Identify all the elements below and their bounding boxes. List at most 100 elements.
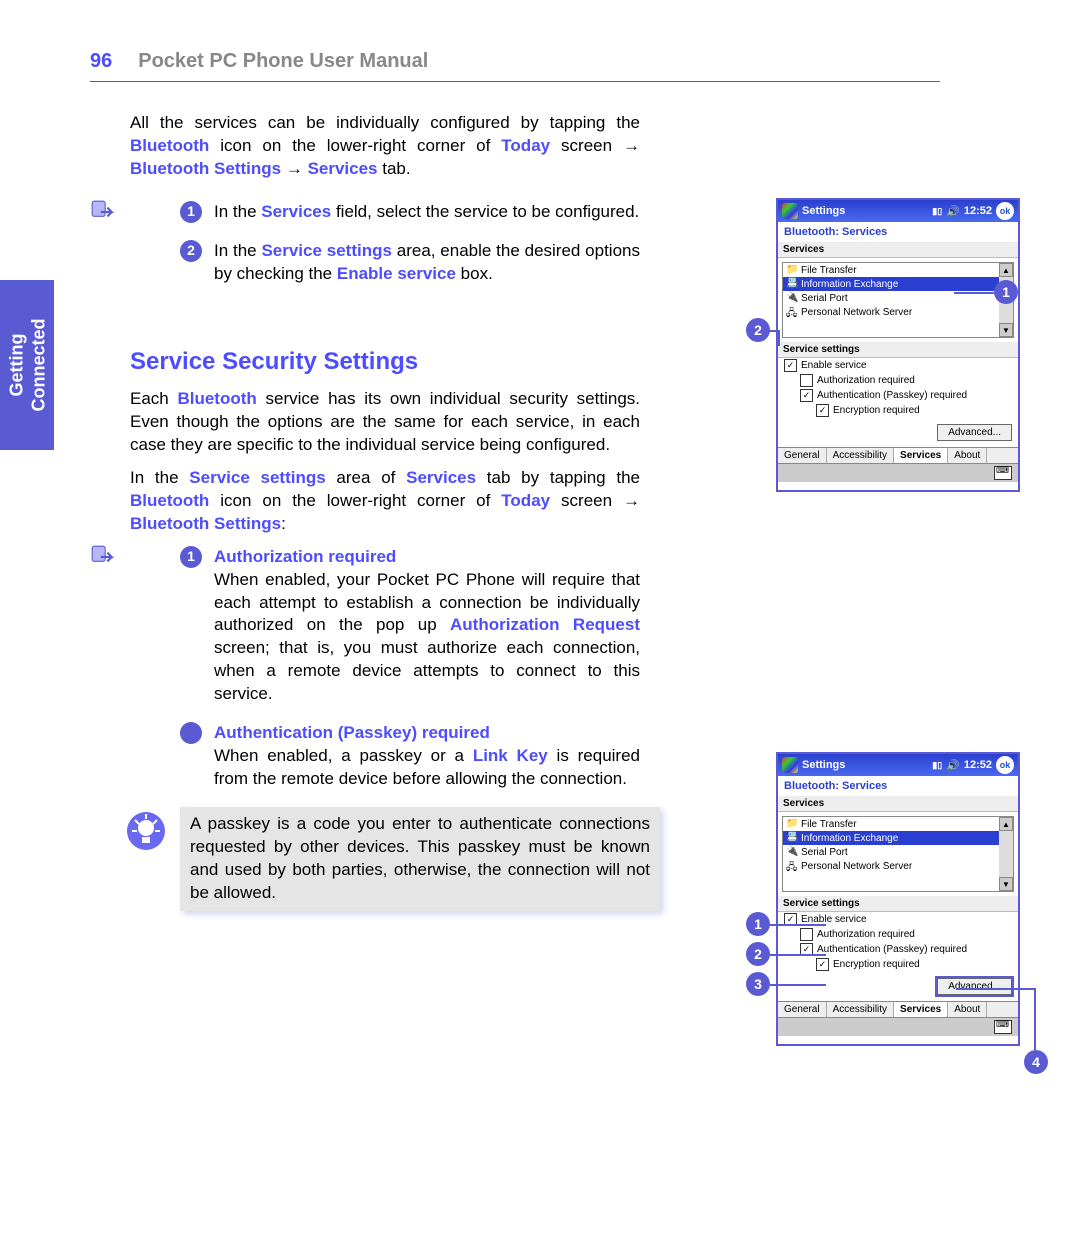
list-item[interactable]: 📁File Transfer bbox=[783, 817, 999, 831]
callout-2: 2 bbox=[746, 318, 770, 342]
callout-3: 3 bbox=[746, 972, 770, 996]
callout-4: 4 bbox=[1024, 1050, 1048, 1074]
callout-line bbox=[770, 924, 826, 926]
clock: 12:52 bbox=[964, 759, 992, 771]
callout-line bbox=[778, 330, 780, 346]
tab-accessibility[interactable]: Accessibility bbox=[827, 1002, 894, 1017]
keyboard-icon[interactable] bbox=[994, 466, 1012, 480]
scrollbar[interactable]: ▲ ▼ bbox=[999, 817, 1013, 891]
keyboard-icon[interactable] bbox=[994, 1020, 1012, 1034]
list-item[interactable]: 🖧Personal Network Server bbox=[783, 305, 999, 319]
manual-title: Pocket PC Phone User Manual bbox=[138, 50, 428, 73]
checkbox-icon[interactable] bbox=[800, 389, 813, 402]
check-encryption[interactable]: Encryption required bbox=[778, 957, 1018, 972]
tab-row: General Accessibility Services About bbox=[778, 447, 1018, 463]
tab-general[interactable]: General bbox=[778, 448, 827, 463]
chapter-tab: GettingConnected bbox=[0, 280, 54, 450]
screenshot-services-1: Settings 🔊 12:52 ok Bluetooth: Services … bbox=[776, 198, 1020, 492]
item-authentication: Authentication (Passkey) required When e… bbox=[180, 722, 640, 791]
callout-line bbox=[1034, 988, 1036, 1050]
list-item[interactable]: 🔌Serial Port bbox=[783, 845, 999, 859]
window-title: Settings bbox=[802, 205, 845, 217]
start-icon[interactable] bbox=[782, 203, 798, 219]
checkbox-icon[interactable] bbox=[800, 374, 813, 387]
panel-subtitle: Bluetooth: Services bbox=[778, 222, 1018, 242]
screenshot-services-2: Settings 🔊 12:52 ok Bluetooth: Services … bbox=[776, 752, 1020, 1046]
services-label: Services bbox=[778, 796, 1018, 812]
service-settings-label: Service settings bbox=[778, 896, 1018, 912]
signal-icon bbox=[932, 759, 942, 771]
speaker-icon: 🔊 bbox=[946, 759, 960, 772]
tab-general[interactable]: General bbox=[778, 1002, 827, 1017]
callout-line bbox=[770, 984, 826, 986]
services-listbox[interactable]: 📁File Transfer 📇Information Exchange 🔌Se… bbox=[782, 262, 1014, 338]
tab-about[interactable]: About bbox=[948, 1002, 987, 1017]
checkbox-icon[interactable] bbox=[800, 928, 813, 941]
bullet-2: 2 bbox=[180, 240, 202, 262]
scroll-down-button[interactable]: ▼ bbox=[999, 323, 1013, 337]
item-authorization: 1 Authorization required When enabled, y… bbox=[180, 546, 640, 707]
tab-services[interactable]: Services bbox=[894, 448, 948, 463]
scroll-down-button[interactable]: ▼ bbox=[999, 877, 1013, 891]
tab-about[interactable]: About bbox=[948, 448, 987, 463]
window-titlebar: Settings 🔊 12:52 ok bbox=[778, 754, 1018, 776]
note-arrow-icon bbox=[90, 199, 116, 225]
note-arrow-icon bbox=[90, 544, 116, 570]
checkbox-icon[interactable] bbox=[816, 958, 829, 971]
panel-subtitle: Bluetooth: Services bbox=[778, 776, 1018, 796]
lightbulb-icon bbox=[126, 811, 166, 851]
scroll-up-button[interactable]: ▲ bbox=[999, 817, 1013, 831]
check-authentication[interactable]: Authentication (Passkey) required bbox=[778, 388, 1018, 403]
window-titlebar: Settings 🔊 12:52 ok bbox=[778, 200, 1018, 222]
tab-accessibility[interactable]: Accessibility bbox=[827, 448, 894, 463]
list-item[interactable]: 📇Information Exchange bbox=[783, 831, 999, 845]
tab-row: General Accessibility Services About bbox=[778, 1001, 1018, 1017]
bullet-blank bbox=[180, 722, 202, 744]
callout-2: 2 bbox=[746, 942, 770, 966]
check-encryption[interactable]: Encryption required bbox=[778, 403, 1018, 418]
step-1: 1 In the Services field, select the serv… bbox=[180, 201, 640, 224]
security-paragraph-1: Each Bluetooth service has its own indiv… bbox=[130, 388, 640, 457]
list-item[interactable]: 📇Information Exchange bbox=[783, 277, 999, 291]
callout-1: 1 bbox=[746, 912, 770, 936]
bottom-toolbar bbox=[778, 463, 1018, 482]
checkbox-icon[interactable] bbox=[784, 359, 797, 372]
ok-button[interactable]: ok bbox=[996, 756, 1014, 774]
advanced-button[interactable]: Advanced... bbox=[937, 424, 1012, 441]
advanced-button[interactable]: Advanced... bbox=[937, 978, 1012, 995]
page-header: 96 Pocket PC Phone User Manual bbox=[90, 50, 940, 82]
bullet-1: 1 bbox=[180, 201, 202, 223]
intro-paragraph: All the services can be individually con… bbox=[130, 112, 640, 181]
scroll-up-button[interactable]: ▲ bbox=[999, 263, 1013, 277]
clock: 12:52 bbox=[964, 205, 992, 217]
signal-icon bbox=[932, 205, 942, 217]
tab-services[interactable]: Services bbox=[894, 1002, 948, 1017]
tip-note: A passkey is a code you enter to authent… bbox=[180, 807, 660, 911]
checkbox-icon[interactable] bbox=[816, 404, 829, 417]
bullet-1: 1 bbox=[180, 546, 202, 568]
services-label: Services bbox=[778, 242, 1018, 258]
window-title: Settings bbox=[802, 759, 845, 771]
callout-1: 1 bbox=[994, 280, 1018, 304]
callout-line bbox=[770, 954, 826, 956]
list-item[interactable]: 📁File Transfer bbox=[783, 263, 999, 277]
item-title: Authorization required bbox=[214, 547, 396, 566]
callout-line bbox=[954, 292, 994, 294]
chapter-tab-label: GettingConnected bbox=[5, 318, 49, 411]
bottom-toolbar bbox=[778, 1017, 1018, 1036]
page-number: 96 bbox=[90, 50, 112, 73]
speaker-icon: 🔊 bbox=[946, 205, 960, 218]
callout-line bbox=[956, 988, 1036, 990]
security-paragraph-2: In the Service settings area of Services… bbox=[130, 467, 640, 536]
service-settings-label: Service settings bbox=[778, 342, 1018, 358]
step-2: 2 In the Service settings area, enable t… bbox=[180, 240, 640, 286]
start-icon[interactable] bbox=[782, 757, 798, 773]
services-listbox[interactable]: 📁File Transfer 📇Information Exchange 🔌Se… bbox=[782, 816, 1014, 892]
check-enable-service[interactable]: Enable service bbox=[778, 358, 1018, 373]
section-heading: Service Security Settings bbox=[130, 346, 640, 378]
ok-button[interactable]: ok bbox=[996, 202, 1014, 220]
check-authorization[interactable]: Authorization required bbox=[778, 927, 1018, 942]
item-title: Authentication (Passkey) required bbox=[214, 723, 490, 742]
check-authorization[interactable]: Authorization required bbox=[778, 373, 1018, 388]
list-item[interactable]: 🖧Personal Network Server bbox=[783, 859, 999, 873]
